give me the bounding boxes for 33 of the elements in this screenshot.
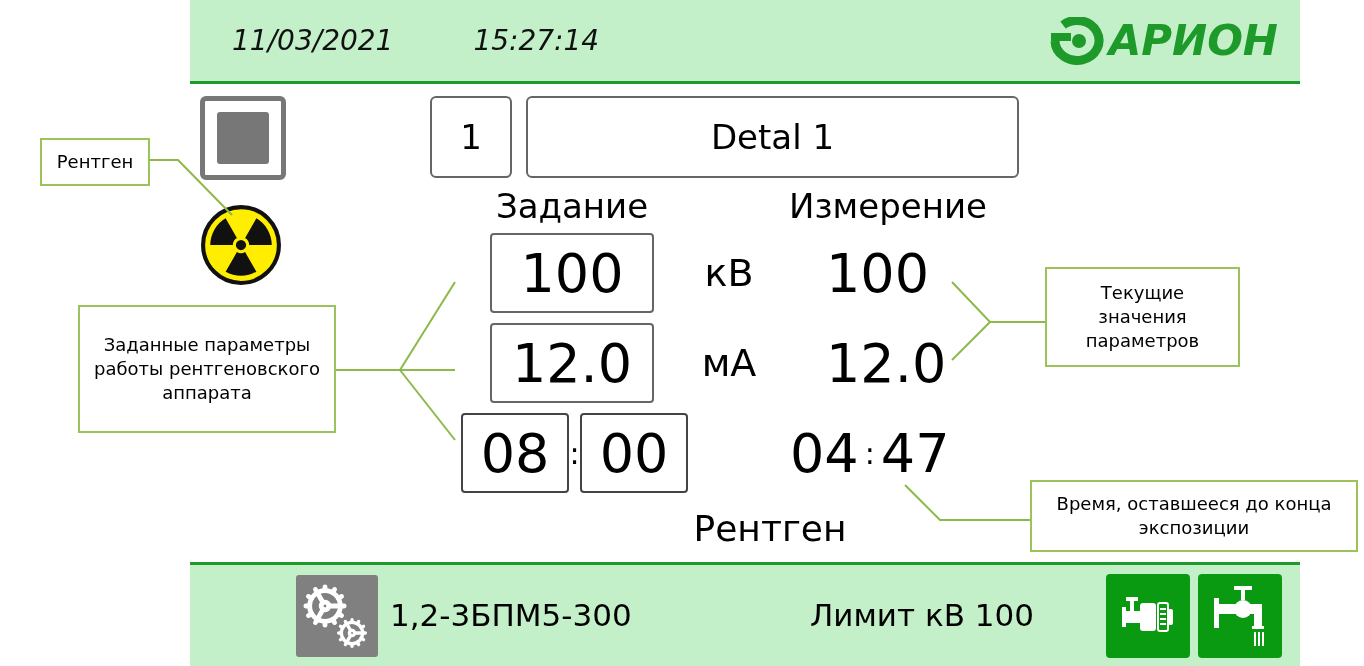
mode-label: Рентген xyxy=(693,507,847,551)
unit-label: кВ xyxy=(704,249,754,297)
time-text: 15:27:14 xyxy=(473,22,600,59)
logo-text: АРИОН xyxy=(1108,19,1278,62)
kv-limit: Лимит кВ 100 xyxy=(810,596,1034,636)
pump-button[interactable] xyxy=(1106,573,1190,658)
callout-box: Рентген xyxy=(40,138,150,186)
program-name-field[interactable]: Detal 1 xyxy=(526,96,1019,178)
tube-model: 1,2-3БПМ5-300 xyxy=(390,596,633,636)
callout-box: Заданные параметры работы рентгеновского аппарата xyxy=(78,305,336,433)
measured-value: 100 xyxy=(826,240,930,307)
program-number-field[interactable]: 1 xyxy=(430,96,512,178)
tap-button[interactable] xyxy=(1198,573,1282,658)
column-heading: Задание xyxy=(494,184,650,228)
time-separator: : xyxy=(569,434,580,473)
logo-icon xyxy=(1048,16,1105,65)
stop-button[interactable] xyxy=(200,96,286,180)
minutes-field[interactable]: 08 xyxy=(461,413,569,493)
date-text: 11/03/2021 xyxy=(232,22,394,59)
setpoint-field[interactable]: 100 xyxy=(490,233,654,313)
unit-label: мА xyxy=(701,339,757,387)
callout-box: Время, оставшееся до конца экспозиции xyxy=(1030,480,1358,552)
remaining-minutes: 04 xyxy=(790,420,859,487)
measured-value: 12.0 xyxy=(826,330,947,397)
time-separator: : xyxy=(864,434,875,473)
callout-box: Текущие значения параметров xyxy=(1045,267,1240,367)
setpoint-field[interactable]: 12.0 xyxy=(490,323,654,403)
settings-button[interactable] xyxy=(296,574,378,657)
stop-icon xyxy=(217,112,269,164)
remaining-seconds: 47 xyxy=(880,420,950,487)
column-heading: Измерение xyxy=(788,184,988,228)
radiation-icon xyxy=(200,204,282,286)
seconds-field[interactable]: 00 xyxy=(580,413,688,493)
